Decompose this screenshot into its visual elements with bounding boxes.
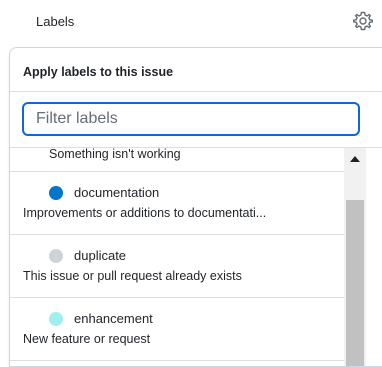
scrollbar-thumb[interactable] <box>346 200 364 366</box>
labels-sidebar-header: Labels <box>0 0 382 44</box>
label-option-duplicate[interactable]: duplicate This issue or pull request alr… <box>10 235 344 298</box>
scrollbar[interactable] <box>344 148 366 366</box>
label-description: Improvements or additions to documentati… <box>23 206 267 220</box>
filter-labels-input[interactable] <box>22 102 360 136</box>
scroll-up-arrow-icon[interactable] <box>344 148 366 170</box>
list-item-partial[interactable]: Something isn't working <box>10 148 344 172</box>
label-color-dot <box>49 312 63 326</box>
label-color-dot <box>49 186 63 200</box>
label-name: duplicate <box>74 248 127 263</box>
labels-list: Something isn't working documentation Im… <box>10 148 382 366</box>
label-color-dot <box>49 249 63 263</box>
filter-container <box>10 92 382 148</box>
label-name: documentation <box>74 185 160 200</box>
label-description: New feature or request <box>23 332 151 346</box>
label-option-enhancement[interactable]: enhancement New feature or request <box>10 298 344 361</box>
label-name: enhancement <box>74 311 153 326</box>
labels-dropdown-panel: Apply labels to this issue Something isn… <box>9 47 382 367</box>
gear-icon[interactable] <box>352 10 374 32</box>
label-description: Something isn't working <box>49 148 181 161</box>
label-option-documentation[interactable]: documentation Improvements or additions … <box>10 172 344 235</box>
panel-title: Apply labels to this issue <box>10 48 382 92</box>
label-description: This issue or pull request already exist… <box>23 269 242 283</box>
labels-heading: Labels <box>36 14 75 29</box>
